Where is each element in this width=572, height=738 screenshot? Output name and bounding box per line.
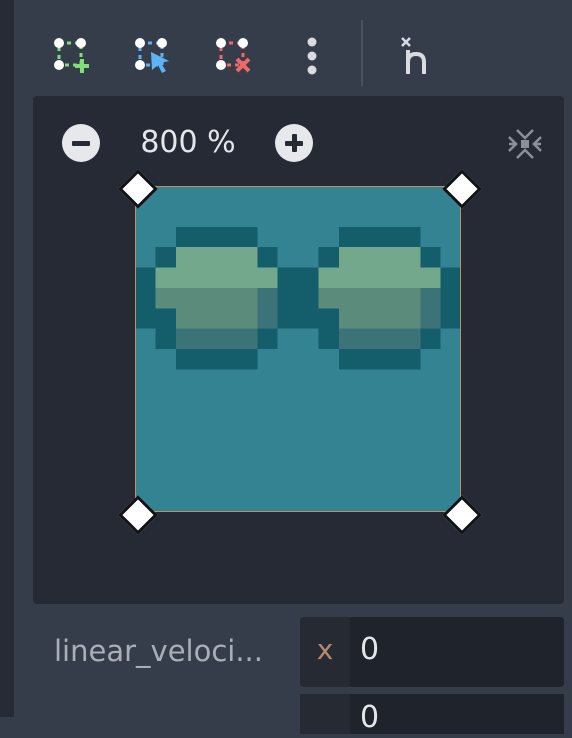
linear-velocity-y-field[interactable]: 0 bbox=[300, 694, 564, 735]
select-point-button[interactable] bbox=[127, 30, 179, 82]
polygon-toolbar bbox=[14, 0, 572, 96]
zoom-in-button[interactable] bbox=[275, 124, 313, 162]
center-view-icon[interactable] bbox=[503, 122, 547, 166]
y-axis-label bbox=[300, 694, 350, 734]
panel-left-edge bbox=[0, 0, 14, 717]
more-options-icon bbox=[307, 37, 317, 75]
sprite-editor-panel[interactable]: 800 % bbox=[33, 96, 564, 604]
delete-point-button[interactable] bbox=[208, 30, 260, 82]
more-options-button[interactable] bbox=[286, 30, 338, 82]
x-value-input[interactable]: 0 bbox=[360, 617, 550, 687]
select-point-icon bbox=[135, 38, 169, 73]
x-axis-label: x bbox=[300, 617, 350, 687]
toggle-curve-button[interactable] bbox=[390, 30, 442, 82]
add-point-button[interactable] bbox=[46, 30, 98, 82]
y-value-input[interactable]: 0 bbox=[360, 698, 379, 738]
zoom-level: 800 % bbox=[140, 125, 236, 160]
toggle-curve-icon bbox=[401, 37, 426, 74]
toolbar-separator bbox=[361, 20, 363, 86]
zoom-out-button[interactable] bbox=[62, 124, 100, 162]
add-point-icon bbox=[54, 38, 89, 73]
sprite-canvas[interactable] bbox=[135, 186, 461, 512]
delete-point-icon bbox=[216, 38, 251, 73]
property-label: linear_veloci... bbox=[54, 634, 263, 668]
linear-velocity-x-field[interactable]: x 0 bbox=[300, 617, 564, 687]
